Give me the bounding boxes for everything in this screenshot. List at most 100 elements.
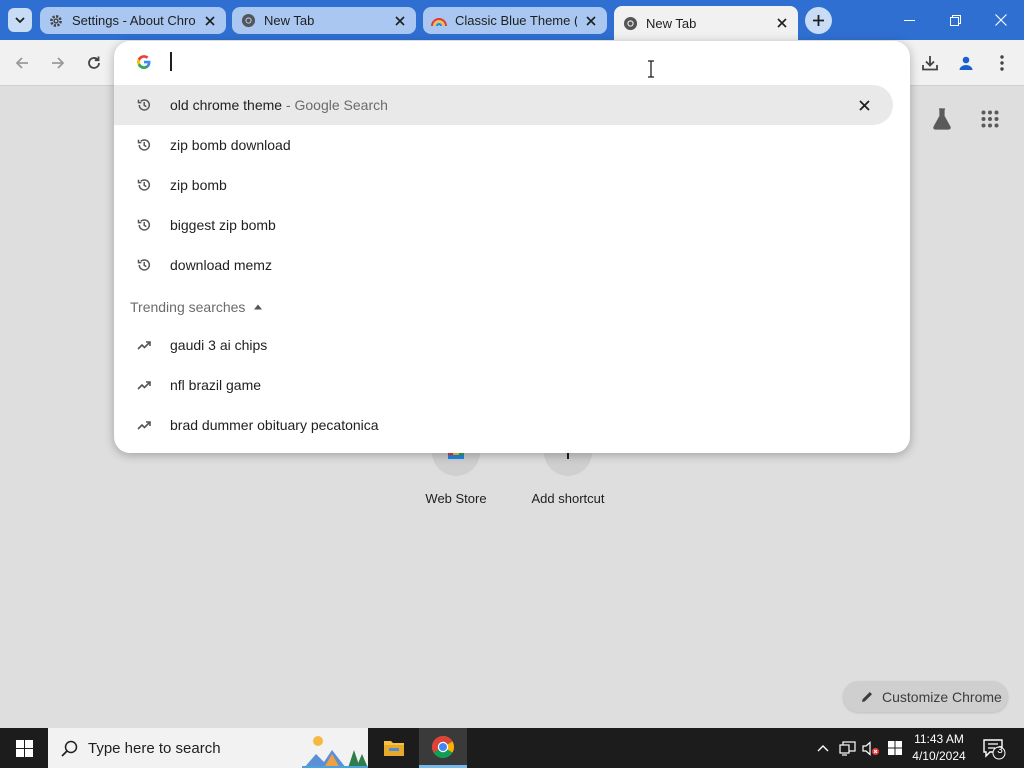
trending-icon [136,377,152,393]
close-icon[interactable] [392,13,408,29]
google-g-icon [136,54,152,70]
suggestion-item[interactable]: zip bomb [114,165,893,205]
close-icon[interactable] [583,13,599,29]
close-window-button[interactable] [978,0,1024,40]
chrome-icon [622,15,638,31]
suggestion-query: old chrome theme [170,97,283,113]
tab-new-tab-active[interactable]: New Tab [614,6,798,40]
restore-icon [949,14,961,26]
taskbar-search-placeholder: Type here to search [88,739,221,757]
text-cursor-icon [648,60,654,78]
start-button[interactable] [0,728,48,768]
flask-icon [933,108,951,130]
taskbar-clock[interactable]: 11:43 AM 4/10/2024 [906,731,972,765]
clock-time: 11:43 AM [914,732,964,746]
tab-new-tab[interactable]: New Tab [232,7,416,34]
history-icon [136,137,152,153]
taskbar-search-box[interactable]: Type here to search [48,728,368,768]
download-icon [922,56,938,71]
history-icon [136,177,152,193]
tab-settings[interactable]: Settings - About Chrome [40,7,226,34]
customize-chrome-button[interactable]: Customize Chrome [843,681,1008,712]
chrome-logo-icon [432,735,454,758]
minimize-icon [903,19,915,21]
suggestion-source: - Google Search [282,97,388,113]
show-hidden-icons-button[interactable] [814,738,832,758]
history-icon [136,97,152,113]
clock-date: 4/10/2024 [912,749,966,763]
close-icon[interactable] [202,13,218,29]
restore-button[interactable] [932,0,978,40]
suggestion-text: zip bomb [170,177,227,193]
profile-button[interactable] [952,49,980,77]
pencil-icon [862,691,872,702]
volume-muted-icon [862,740,880,756]
suggestion-text: biggest zip bomb [170,217,276,233]
tab-title: Settings - About Chrome [72,13,196,28]
search-highlight-illustration-icon [302,736,368,768]
labs-button[interactable] [928,105,956,133]
new-tab-button[interactable] [805,7,832,34]
tab-title: New Tab [646,15,697,31]
close-icon [858,99,870,111]
google-apps-button[interactable] [976,105,1004,133]
tab-title: New Tab [264,13,315,28]
trending-text: gaudi 3 ai chips [170,337,268,353]
network-tray-button[interactable] [838,738,856,758]
more-vert-icon [1000,55,1004,71]
plus-icon [813,15,824,26]
notifications-button[interactable]: 3 [980,736,1008,762]
trending-text: nfl brazil game [170,377,262,393]
history-icon [136,217,152,233]
trending-item[interactable]: brad dummer obituary pecatonica [114,405,893,445]
close-icon [995,14,1007,26]
address-bar-input[interactable] [166,49,866,75]
text-caret [170,52,172,71]
arrow-right-icon [52,57,65,69]
tab-strip: Settings - About Chrome New Tab Classic … [0,0,1024,40]
trending-header-label: Trending searches [130,299,246,315]
omnibox-dropdown: old chrome theme - Google Search zip bom… [114,41,910,453]
reload-icon [88,56,100,69]
downloads-button[interactable] [916,49,944,77]
suggestion-text: old chrome theme - Google Search [170,97,388,113]
chevron-down-icon [15,17,25,24]
windows-logo-icon [15,739,33,757]
remove-suggestion-button[interactable] [856,97,872,113]
history-icon [136,257,152,273]
windows-taskbar: Type here to search 11:43 AM 4/10/2024 3 [0,728,1024,768]
volume-tray-button[interactable] [862,738,880,758]
reload-button[interactable] [80,49,108,77]
suggestion-item[interactable]: biggest zip bomb [114,205,893,245]
customize-chrome-label: Customize Chrome [882,688,1002,705]
arrow-left-icon [15,57,28,69]
shortcut-label: Web Store [425,491,487,506]
omnibox-input-row [114,41,910,83]
trending-icon [136,417,152,433]
apps-grid-icon [981,110,999,128]
windows-security-icon [888,741,902,755]
search-icon [61,740,78,757]
taskbar-file-explorer[interactable] [370,728,418,768]
suggestion-text: download memz [170,257,272,273]
tab-classic-blue-theme[interactable]: Classic Blue Theme (by... [423,7,607,34]
back-button[interactable] [8,49,36,77]
suggestion-item[interactable]: zip bomb download [114,125,893,165]
taskbar-chrome[interactable] [419,728,467,768]
forward-button[interactable] [44,49,72,77]
suggestion-item[interactable]: download memz [114,245,893,285]
tab-search-button[interactable] [8,8,32,32]
tab-title: Classic Blue Theme (by... [455,13,577,28]
chevron-up-icon [817,745,829,752]
profile-icon [959,56,973,70]
security-tray-button[interactable] [886,738,904,758]
trending-searches-header[interactable]: Trending searches [130,297,263,317]
gear-icon [48,13,64,29]
chrome-icon [240,13,256,29]
suggestion-item[interactable]: old chrome theme - Google Search [114,85,893,125]
close-icon[interactable] [774,15,790,31]
menu-button[interactable] [988,49,1016,77]
trending-item[interactable]: gaudi 3 ai chips [114,325,893,365]
trending-item[interactable]: nfl brazil game [114,365,893,405]
minimize-button[interactable] [886,0,932,40]
